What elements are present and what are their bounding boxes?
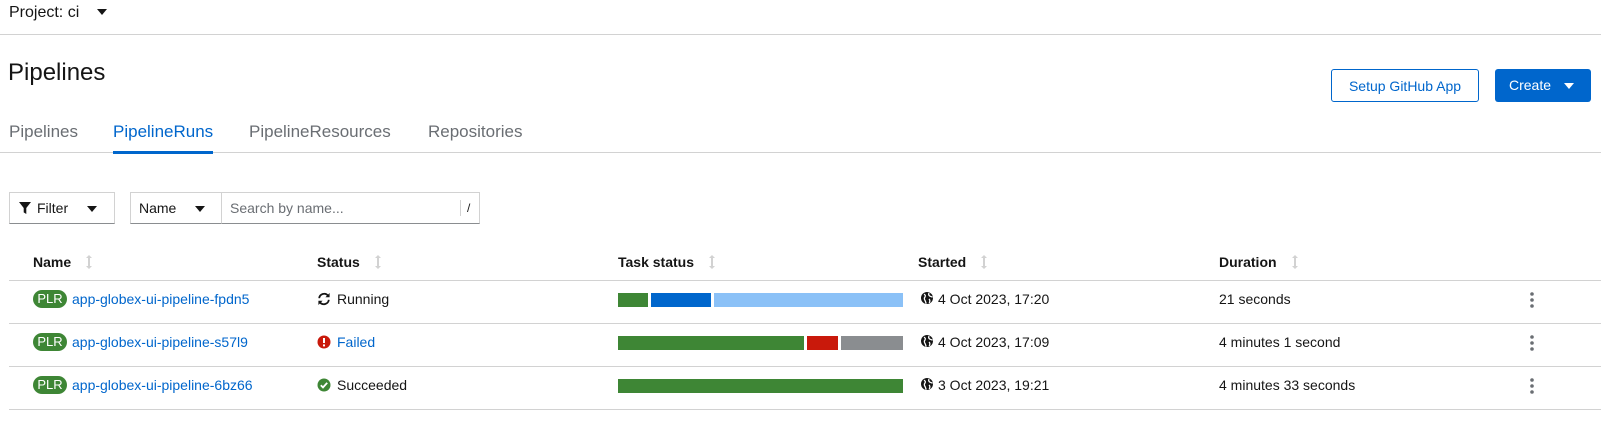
column-header-started[interactable]: Started — [918, 254, 988, 270]
pipelinerun-link[interactable]: app-globex-ui-pipeline-s57l9 — [72, 334, 248, 350]
task-segment-failed — [807, 336, 838, 350]
tabs: Pipelines PipelineRuns PipelineResources… — [0, 113, 1601, 154]
task-segment-succeeded — [618, 293, 648, 307]
status-text: Running — [337, 291, 390, 307]
resource-badge: PLR — [33, 376, 67, 394]
started-text: 3 Oct 2023, 19:21 — [938, 377, 1050, 393]
attribute-select[interactable]: Name — [130, 192, 222, 224]
globe-icon — [921, 292, 933, 304]
tab-pipelineruns[interactable]: PipelineRuns — [113, 122, 214, 154]
sort-icon — [709, 255, 715, 269]
task-segment-succeeded — [618, 379, 903, 393]
started-text: 4 Oct 2023, 17:09 — [938, 334, 1050, 350]
task-segment-pending — [714, 293, 903, 307]
globe-icon — [921, 335, 933, 347]
column-header-label: Task status — [618, 254, 694, 270]
task-segment-running — [651, 293, 711, 307]
search-input[interactable] — [222, 193, 442, 223]
filter-icon — [19, 202, 31, 214]
status-text[interactable]: Failed — [337, 334, 375, 350]
column-header-label: Started — [918, 254, 967, 270]
error-circle-icon — [317, 335, 331, 349]
kebab-menu-icon[interactable] — [1526, 291, 1538, 309]
pipelinerun-link[interactable]: app-globex-ui-pipeline-fpdn5 — [72, 291, 249, 307]
project-bar: Project: ci — [0, 0, 1601, 35]
tab-pipelineresources[interactable]: PipelineResources — [249, 122, 391, 152]
status-text: Succeeded — [337, 377, 408, 393]
duration-text: 21 seconds — [1219, 291, 1291, 307]
sort-icon — [981, 255, 988, 269]
column-header-task-status[interactable]: Task status — [618, 254, 716, 270]
tab-repositories[interactable]: Repositories — [428, 122, 523, 152]
resource-badge: PLR — [33, 333, 67, 351]
filter-label: Filter — [37, 200, 69, 216]
create-button-label: Create — [1509, 77, 1552, 93]
create-button[interactable]: Create — [1495, 69, 1591, 102]
keyboard-shortcut-hint: / — [460, 200, 470, 216]
column-header-duration[interactable]: Duration — [1219, 254, 1299, 270]
row-divider — [9, 366, 1601, 367]
kebab-menu-icon[interactable] — [1526, 334, 1538, 352]
pipelinerun-link[interactable]: app-globex-ui-pipeline-6bz66 — [72, 377, 253, 393]
attribute-select-label: Name — [139, 200, 177, 216]
kebab-menu-icon[interactable] — [1526, 377, 1538, 395]
sort-icon — [86, 255, 93, 269]
tab-pipelines[interactable]: Pipelines — [9, 122, 78, 152]
column-header-label: Status — [317, 254, 360, 270]
page-title: Pipelines — [8, 59, 106, 86]
column-header-label: Duration — [1219, 254, 1277, 270]
setup-github-app-button[interactable]: Setup GitHub App — [1331, 69, 1479, 102]
row-divider — [9, 409, 1601, 410]
duration-text: 4 minutes 33 seconds — [1219, 377, 1356, 393]
search-box: / — [221, 192, 480, 224]
started-text: 4 Oct 2023, 17:20 — [938, 291, 1050, 307]
chevron-down-icon — [87, 206, 97, 212]
sort-icon — [374, 255, 381, 269]
chevron-down-icon[interactable] — [1564, 83, 1574, 89]
task-segment-cancelled — [841, 336, 903, 350]
column-header-label: Name — [33, 254, 72, 270]
project-selector[interactable]: Project: ci — [9, 4, 79, 22]
check-circle-icon — [317, 378, 331, 392]
chevron-down-icon[interactable] — [97, 9, 107, 15]
duration-text: 4 minutes 1 second — [1219, 334, 1341, 350]
task-segment-succeeded — [618, 336, 804, 350]
resource-badge: PLR — [33, 290, 67, 308]
row-divider — [9, 323, 1601, 324]
chevron-down-icon — [195, 206, 205, 212]
filter-dropdown[interactable]: Filter — [9, 192, 115, 224]
table-header-divider — [9, 280, 1601, 281]
column-header-status[interactable]: Status — [317, 254, 382, 270]
globe-icon — [921, 378, 933, 390]
sync-icon — [318, 292, 330, 306]
column-header-name[interactable]: Name — [33, 254, 93, 270]
sort-icon — [1291, 255, 1298, 269]
